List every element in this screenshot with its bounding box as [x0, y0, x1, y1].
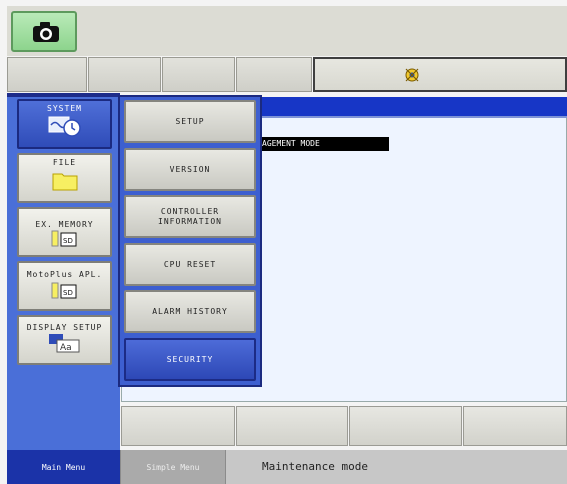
function-key-2[interactable] [236, 406, 348, 446]
gear-icon [405, 68, 419, 82]
function-key-3[interactable] [349, 406, 462, 446]
simple-menu-button[interactable]: Simple Menu [121, 450, 225, 484]
security-mode-banner: AGEMENT MODE [260, 137, 389, 151]
menu-motoplus-apl[interactable]: MotoPlus APL. SD [17, 261, 112, 311]
menu-motoplus-apl-label: MotoPlus APL. [26, 270, 103, 279]
menu-file[interactable]: FILE [17, 153, 112, 203]
tab-1[interactable] [7, 57, 87, 92]
menu-system[interactable]: SYSTEM [17, 99, 112, 149]
sd-card-label: SD [63, 237, 73, 245]
tab-2[interactable] [88, 57, 161, 92]
screenshot-button[interactable] [11, 11, 77, 52]
submenu-controller-information[interactable]: CONTROLLER INFORMATION [124, 195, 256, 238]
status-message: Maintenance mode [226, 450, 567, 484]
submenu-security[interactable]: SECURITY [124, 338, 256, 381]
main-menu-button[interactable]: Main Menu [7, 450, 120, 484]
system-clock-icon [48, 116, 81, 137]
camera-icon [33, 22, 59, 42]
submenu-setup[interactable]: SETUP [124, 100, 256, 143]
tab-4[interactable] [236, 57, 312, 92]
main-menu-top-border [7, 93, 120, 97]
menu-display-setup-label: DISPLAY SETUP [26, 323, 103, 332]
font-icon-label: Aa [60, 343, 72, 353]
menu-file-label: FILE [52, 158, 77, 167]
function-key-4[interactable] [463, 406, 567, 446]
menu-system-label: SYSTEM [47, 104, 82, 113]
sd-card-icon: SD [51, 282, 76, 299]
function-key-1[interactable] [121, 406, 235, 446]
menu-ex-memory-label: EX. MEMORY [35, 220, 94, 229]
top-toolbar [7, 6, 567, 56]
sd-card-icon: SD [51, 230, 76, 247]
tab-active[interactable] [313, 57, 567, 92]
sd-card-label: SD [63, 289, 73, 297]
display-font-icon: Aa [48, 334, 79, 353]
submenu-version[interactable]: VERSION [124, 148, 256, 191]
tab-3[interactable] [162, 57, 235, 92]
menu-ex-memory[interactable]: EX. MEMORY SD [17, 207, 112, 257]
submenu-cpu-reset[interactable]: CPU RESET [124, 243, 256, 286]
submenu-alarm-history[interactable]: ALARM HISTORY [124, 290, 256, 333]
menu-display-setup[interactable]: DISPLAY SETUP Aa [17, 315, 112, 365]
folder-icon [52, 173, 77, 191]
